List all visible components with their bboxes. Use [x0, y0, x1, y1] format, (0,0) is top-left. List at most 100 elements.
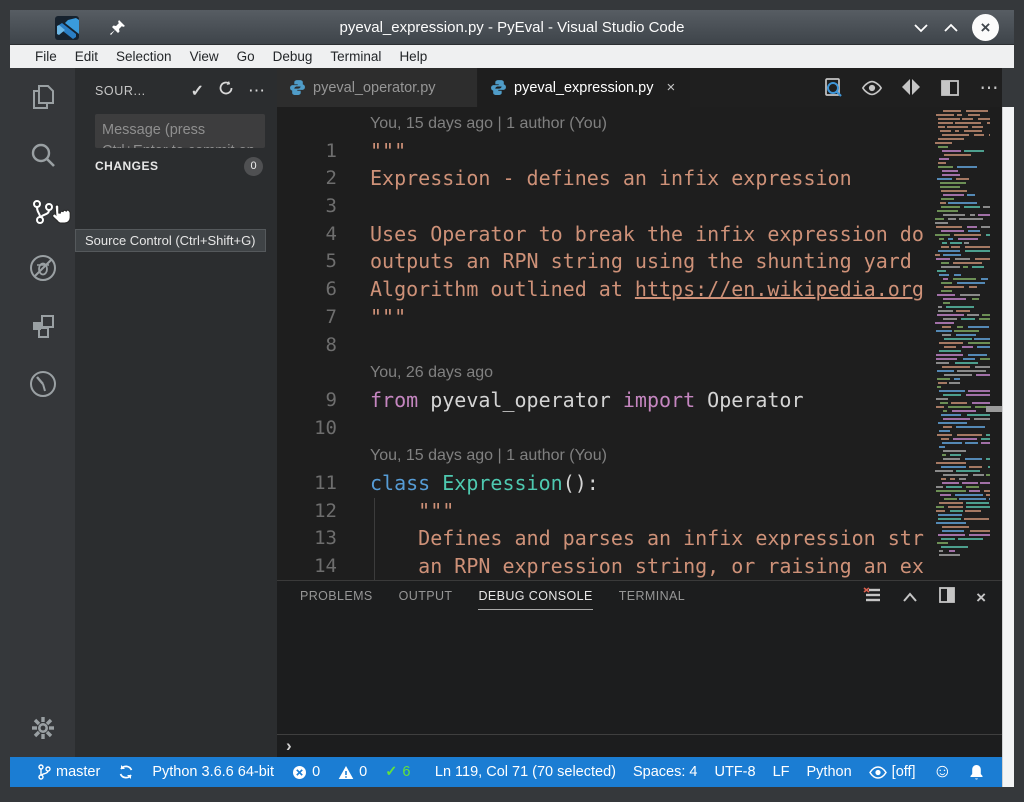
line-number: 3	[277, 193, 337, 221]
search-commits-icon[interactable]	[822, 77, 844, 99]
smiley-icon: ☺	[933, 761, 952, 783]
tab-problems[interactable]: PROBLEMS	[300, 589, 373, 610]
vscode-logo-icon[interactable]	[54, 15, 80, 46]
code-token: """	[370, 305, 406, 329]
check-icon: ✓	[385, 764, 397, 780]
more-actions-icon[interactable]: ⋯	[978, 77, 1000, 99]
tab-pyeval-expression[interactable]: pyeval_expression.py ×	[478, 68, 690, 107]
tab-output[interactable]: OUTPUT	[399, 589, 453, 610]
line-number: 8	[277, 332, 337, 360]
tab-label: pyeval_operator.py	[313, 80, 436, 96]
language-mode-item[interactable]: Python	[807, 764, 852, 780]
feedback-smiley-item[interactable]: ☺	[933, 761, 952, 783]
cursor-position-item[interactable]: Ln 119, Col 71 (70 selected)	[435, 764, 616, 780]
code-token: Uses Operator to break the infix express…	[370, 222, 924, 246]
window-scrollbar[interactable]	[1002, 107, 1014, 787]
panel-actions: ×	[863, 587, 986, 608]
code-editor[interactable]: You, 15 days ago | 1 author (You) 1""" 2…	[277, 107, 1002, 580]
settings-gear-icon[interactable]	[28, 713, 58, 743]
gitlens-annotation[interactable]: You, 15 days ago | 1 author (You)	[370, 115, 607, 132]
close-button[interactable]: ×	[972, 14, 999, 41]
menu-file[interactable]: File	[26, 47, 66, 66]
title-bar[interactable]: pyeval_expression.py - PyEval - Visual S…	[10, 10, 1014, 45]
tab-pyeval-operator[interactable]: pyeval_operator.py	[277, 68, 477, 107]
code-token: ():	[563, 471, 599, 495]
encoding-item[interactable]: UTF-8	[715, 764, 756, 780]
code-token: class	[370, 471, 430, 495]
more-actions-icon[interactable]: ⋯	[248, 81, 265, 101]
toggle-blame-eye-icon[interactable]	[861, 77, 883, 99]
debug-console-input[interactable]: ›	[277, 734, 1002, 758]
mouse-hand-cursor	[49, 203, 71, 232]
line-number: 4	[277, 221, 337, 249]
eye-icon	[869, 766, 887, 779]
line-number: 14	[277, 553, 337, 580]
minimap[interactable]	[935, 110, 990, 580]
tab-debug-console[interactable]: DEBUG CONSOLE	[478, 589, 592, 610]
explorer-icon[interactable]	[28, 82, 58, 112]
gauge-icon[interactable]	[28, 369, 58, 399]
debug-prompt-icon: ›	[286, 736, 292, 756]
debug-icon[interactable]	[28, 253, 58, 283]
eol-item[interactable]: LF	[773, 764, 790, 780]
sync-item[interactable]	[118, 764, 134, 780]
menu-selection[interactable]: Selection	[107, 47, 181, 66]
maximize-panel-icon[interactable]	[902, 589, 918, 607]
indentation-item[interactable]: Spaces: 4	[633, 764, 698, 780]
code-token: Expression	[442, 471, 562, 495]
tab-terminal[interactable]: TERMINAL	[619, 589, 685, 610]
code-token: import	[623, 388, 695, 412]
warnings-item[interactable]: 0	[338, 764, 367, 780]
menu-help[interactable]: Help	[390, 47, 436, 66]
changes-count-badge: 0	[244, 157, 263, 176]
menu-edit[interactable]: Edit	[66, 47, 107, 66]
code-token: Algorithm outlined at	[370, 277, 635, 301]
gitlens-blame-item[interactable]: [off]	[869, 764, 916, 780]
activity-bar	[10, 68, 75, 757]
error-icon	[292, 765, 307, 780]
open-changes-icon[interactable]	[900, 77, 922, 99]
editor-scrollbar-marker[interactable]	[986, 406, 1003, 412]
changes-section-header[interactable]: CHANGES 0	[75, 154, 277, 178]
sidebar-header: SOUR... ✓ ⋯	[95, 80, 265, 101]
checks-item[interactable]: ✓ 6	[385, 764, 410, 780]
close-icon: ×	[981, 18, 991, 38]
line-number: 13	[277, 525, 337, 553]
code-token: outputs an RPN string using the shunting…	[370, 249, 912, 273]
search-icon[interactable]	[28, 140, 58, 170]
status-bar: master Python 3.6.6 64-bit 0 0 ✓ 6 Ln 11…	[10, 757, 1002, 787]
python-interpreter-item[interactable]: Python 3.6.6 64-bit	[152, 764, 274, 780]
tab-close-icon[interactable]: ×	[666, 79, 675, 96]
panel-tabs: PROBLEMS OUTPUT DEBUG CONSOLE TERMINAL	[300, 589, 685, 610]
restore-panel-icon[interactable]	[939, 587, 955, 608]
editor-scrollbar-track[interactable]	[990, 107, 1002, 580]
commit-message-input[interactable]	[95, 114, 265, 148]
notifications-bell-item[interactable]	[969, 764, 984, 781]
line-number: 12	[277, 498, 337, 526]
git-branch-item[interactable]: master	[38, 764, 100, 780]
extensions-icon[interactable]	[28, 311, 58, 341]
window-title: pyeval_expression.py - PyEval - Visual S…	[10, 10, 1014, 45]
maximize-button[interactable]	[938, 17, 964, 39]
menu-bar: File Edit Selection View Go Debug Termin…	[10, 45, 1014, 68]
gitlens-annotation[interactable]: You, 15 days ago | 1 author (You)	[370, 447, 607, 464]
pin-icon[interactable]	[109, 19, 126, 41]
menu-terminal[interactable]: Terminal	[321, 47, 390, 66]
line-number: 1	[277, 138, 337, 166]
clear-console-icon[interactable]	[863, 587, 881, 608]
commit-check-icon[interactable]: ✓	[191, 81, 204, 101]
code-token: """	[370, 139, 406, 163]
menu-go[interactable]: Go	[228, 47, 264, 66]
menu-view[interactable]: View	[181, 47, 228, 66]
gitlens-annotation[interactable]: You, 26 days ago	[370, 364, 493, 381]
menu-debug[interactable]: Debug	[264, 47, 322, 66]
hyperlink[interactable]: https://en.wikipedia.org	[635, 277, 924, 301]
code-token: pyeval_operator	[418, 388, 623, 412]
refresh-icon[interactable]	[218, 80, 234, 101]
errors-item[interactable]: 0	[292, 764, 320, 780]
tab-label: pyeval_expression.py	[514, 80, 653, 96]
minimize-button[interactable]	[908, 17, 934, 39]
close-panel-icon[interactable]: ×	[976, 588, 986, 608]
source-control-sidebar: SOUR... ✓ ⋯ CHANGES 0	[75, 68, 277, 757]
split-editor-icon[interactable]	[939, 77, 961, 99]
